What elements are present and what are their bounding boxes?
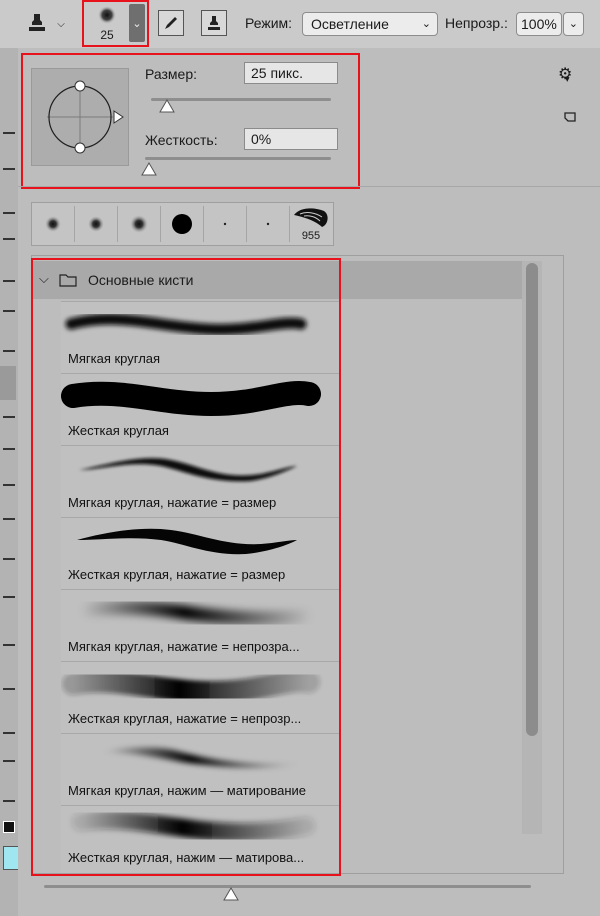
clone-stamp-icon[interactable]: [24, 10, 50, 36]
clone-source-panel-icon[interactable]: [201, 10, 227, 36]
brush-preview-button[interactable]: 25: [86, 2, 128, 44]
tool-icon[interactable]: [3, 310, 15, 312]
brush-name: Жесткая круглая: [68, 423, 169, 438]
blend-mode-select[interactable]: Осветление ⌄: [302, 12, 438, 36]
brush-name: Мягкая круглая, нажим — матирование: [68, 783, 307, 798]
list-item[interactable]: Жесткая круглая, нажатие = размер: [61, 517, 339, 590]
chevron-down-icon: ▾: [565, 74, 570, 84]
tool-icon[interactable]: [3, 416, 15, 418]
scrollbar-thumb[interactable]: [526, 263, 538, 736]
tool-icon[interactable]: [3, 280, 15, 282]
list-item[interactable]: Мягкая круглая, нажатие = непрозра...: [61, 589, 339, 662]
tool-icon[interactable]: [3, 132, 15, 134]
recent-brush-tip[interactable]: [118, 206, 161, 242]
recent-brush-tip[interactable]: [161, 206, 204, 242]
mode-label: Режим:: [245, 15, 293, 31]
brush-picker-dropdown[interactable]: ⌄: [129, 4, 145, 42]
hardness-slider[interactable]: [145, 157, 331, 160]
tool-icon[interactable]: [3, 518, 15, 520]
hardness-input[interactable]: 0%: [244, 128, 338, 150]
chevron-down-icon: ⌄: [568, 18, 578, 30]
recent-brushes-strip: 955: [31, 202, 334, 246]
hardness-label: Жесткость:: [145, 132, 218, 148]
tool-icon[interactable]: [3, 350, 15, 352]
options-bar: ⌵ 25 ⌄ Режим: Осветление ⌄ Непрозр.: 100…: [0, 0, 600, 49]
tools-strip: [0, 48, 20, 916]
opacity-value: 100%: [521, 16, 557, 32]
foreground-color-swatch[interactable]: [3, 821, 15, 833]
brush-shape-preview[interactable]: [31, 68, 129, 166]
soft-brush-icon: [98, 6, 116, 24]
recent-brush-tip[interactable]: [32, 206, 75, 242]
brush-name: Мягкая круглая: [68, 351, 161, 366]
recent-brush-tip[interactable]: [75, 206, 118, 242]
opacity-input[interactable]: 100%: [516, 12, 562, 36]
active-tool-slot[interactable]: [0, 366, 16, 400]
hardness-slider-thumb[interactable]: [141, 162, 157, 179]
tool-icon[interactable]: [3, 800, 15, 802]
tool-icon[interactable]: [3, 168, 15, 170]
brush-preset-panel: Размер: 25 пикс. Жесткость: 0% ⚙ ▾ 955 ⌵…: [18, 48, 600, 916]
brush-size-readout: 25: [100, 28, 114, 42]
brush-settings-panel-icon[interactable]: [158, 10, 184, 36]
size-label: Размер:: [145, 66, 198, 82]
preview-size-slider[interactable]: [44, 885, 531, 888]
tool-icon[interactable]: [3, 484, 15, 486]
opacity-dropdown[interactable]: ⌄: [563, 12, 584, 36]
recent-brush-tip[interactable]: [247, 206, 290, 242]
brush-name: Жесткая круглая, нажатие = размер: [68, 567, 286, 582]
new-preset-icon[interactable]: [563, 110, 577, 127]
brush-name: Мягкая круглая, нажатие = непрозра...: [68, 639, 300, 654]
tool-icon[interactable]: [3, 760, 15, 762]
recent-brush-tip[interactable]: 955: [290, 206, 332, 242]
tool-icon[interactable]: [3, 238, 15, 240]
tool-icon[interactable]: [3, 448, 15, 450]
list-item[interactable]: Жесткая круглая, нажатие = непрозр...: [61, 661, 339, 734]
chevron-down-icon[interactable]: ⌵: [55, 18, 67, 30]
tool-icon[interactable]: [3, 644, 15, 646]
brush-tip-count: 955: [301, 229, 321, 242]
list-item[interactable]: Жесткая круглая, нажим — матирова...: [61, 805, 339, 873]
size-slider[interactable]: [151, 98, 331, 101]
recent-brush-tip[interactable]: [204, 206, 247, 242]
tool-icon[interactable]: [3, 688, 15, 690]
preview-size-slider-thumb[interactable]: [223, 887, 239, 904]
brush-name: Жесткая круглая, нажим — матирова...: [68, 850, 305, 865]
opacity-label: Непрозр.:: [445, 15, 508, 31]
tool-icon[interactable]: [3, 596, 15, 598]
tool-icon[interactable]: [3, 732, 15, 734]
list-item[interactable]: Мягкая круглая, нажатие = размер: [61, 445, 339, 518]
scrollbar-track[interactable]: [522, 261, 542, 834]
textured-brush-icon: [294, 207, 328, 227]
size-input[interactable]: 25 пикс.: [244, 62, 338, 84]
size-slider-thumb[interactable]: [159, 99, 176, 116]
list-item[interactable]: Жесткая круглая: [61, 373, 339, 446]
divider: [18, 186, 600, 187]
brush-name: Мягкая круглая, нажатие = размер: [68, 495, 277, 510]
brush-name: Жесткая круглая, нажатие = непрозр...: [68, 711, 302, 726]
tool-icon[interactable]: [3, 558, 15, 560]
list-item[interactable]: Мягкая круглая: [61, 301, 339, 374]
blend-mode-value: Осветление: [311, 16, 389, 32]
chevron-down-icon: ⌄: [421, 18, 431, 30]
list-item[interactable]: Мягкая круглая, нажим — матирование: [61, 733, 339, 806]
tool-icon[interactable]: [3, 212, 15, 214]
